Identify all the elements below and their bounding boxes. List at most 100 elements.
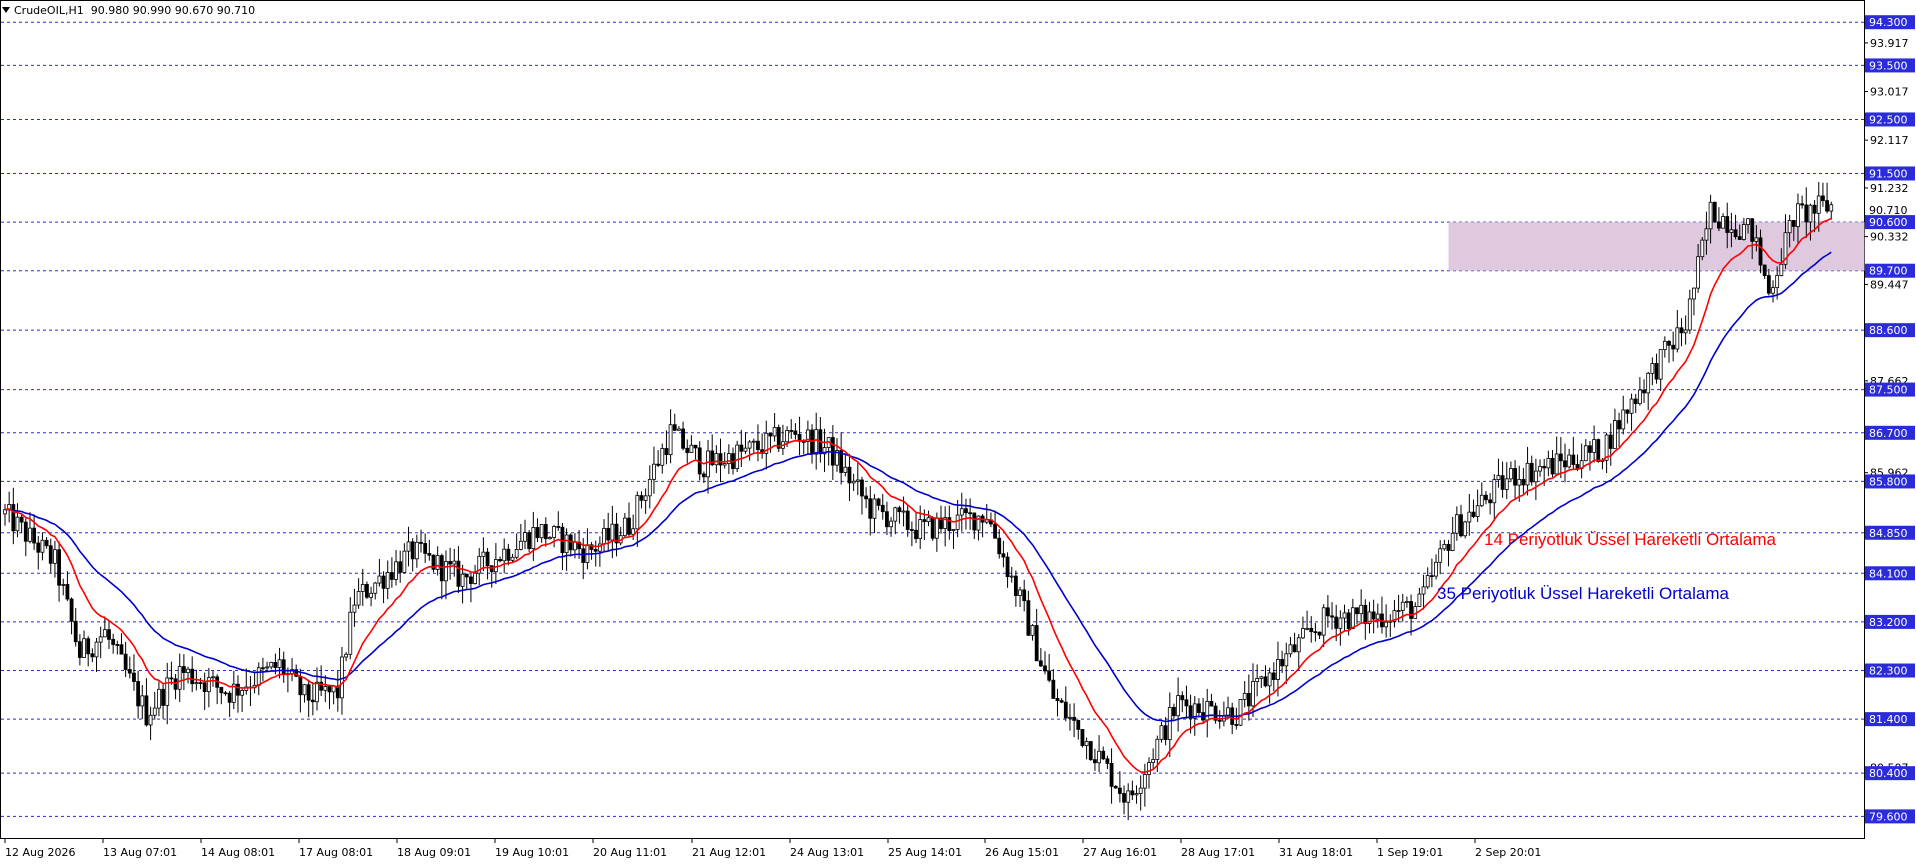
candle-body	[323, 686, 328, 691]
x-tick-label: 27 Aug 16:01	[1083, 846, 1157, 859]
candle-body	[344, 653, 349, 658]
candle-body	[756, 440, 760, 451]
candle-body	[1113, 785, 1118, 789]
candle-body	[1658, 349, 1663, 380]
candle-body	[681, 428, 685, 449]
candle-body	[102, 629, 107, 638]
candle-body	[743, 447, 748, 452]
candle-body	[1126, 790, 1131, 803]
candle-body	[389, 572, 394, 580]
candle-body	[1292, 644, 1297, 653]
candle-body	[1238, 699, 1243, 726]
candle-body	[1717, 221, 1721, 229]
candles	[3, 182, 1834, 821]
candle-body	[498, 558, 502, 562]
candle-body	[1142, 774, 1147, 789]
candle-body	[281, 659, 286, 676]
candle-body	[161, 688, 165, 706]
candle-body	[206, 677, 211, 693]
candle-body	[310, 699, 315, 703]
candle-body	[1816, 195, 1821, 214]
candle-body	[1330, 615, 1334, 618]
candle-body	[1375, 613, 1380, 620]
candle-body	[1459, 514, 1463, 537]
x-tick-label: 31 Aug 18:01	[1279, 846, 1353, 859]
candle-body	[1226, 707, 1230, 717]
candle-body	[1313, 631, 1318, 634]
candle-body	[922, 519, 927, 523]
candle-body	[369, 592, 373, 598]
candle-body	[1762, 264, 1767, 276]
x-tick-label: 19 Aug 10:01	[495, 846, 569, 859]
candle-body	[1467, 511, 1472, 523]
candle-body	[1434, 561, 1438, 577]
candle-body	[1034, 625, 1039, 662]
level-price-label: 89.700	[1869, 265, 1908, 278]
candle-body	[1829, 204, 1834, 212]
candle-body	[298, 675, 303, 696]
candle-body	[1741, 224, 1746, 240]
candle-body	[19, 516, 24, 523]
candle-body	[148, 714, 153, 726]
candle-body	[1122, 793, 1126, 803]
candle-body	[419, 541, 423, 544]
candle-body	[1679, 327, 1684, 334]
candle-body	[1043, 665, 1047, 672]
candle-body	[1554, 453, 1559, 475]
plot-frame	[0, 0, 1865, 839]
candle-body	[1758, 237, 1763, 266]
candle-body	[1309, 627, 1314, 633]
candle-body	[918, 519, 923, 540]
candle-body	[747, 441, 752, 449]
candle-body	[1479, 494, 1484, 507]
candle-body	[1504, 478, 1509, 490]
candle-body	[701, 473, 706, 478]
ema14-line	[4, 217, 1832, 774]
candle-body	[427, 552, 432, 556]
candle-body	[65, 584, 70, 600]
y-tick-label: 92.117	[1870, 134, 1909, 147]
candle-body	[1429, 575, 1434, 577]
ema35-label: 35 Periyotluk Üssel Hareketli Ortalama	[1437, 584, 1729, 603]
price-chart[interactable]: 14 Periyotluk Üssel Hareketli Ortalama 35…	[0, 0, 1916, 868]
candle-body	[306, 684, 311, 701]
candle-body	[1068, 716, 1072, 719]
candle-body	[635, 495, 640, 530]
candle-body	[1646, 372, 1651, 394]
candle-body	[531, 527, 536, 550]
candle-body	[360, 584, 365, 592]
x-tick-label: 28 Aug 17:01	[1181, 846, 1255, 859]
candle-body	[926, 517, 931, 523]
candle-body	[1101, 750, 1106, 760]
candle-body	[1733, 229, 1738, 238]
candle-body	[1134, 793, 1139, 796]
candle-body	[1276, 659, 1280, 680]
candle-body	[1596, 439, 1601, 462]
candle-body	[1371, 611, 1376, 620]
candle-body	[543, 524, 548, 540]
candle-body	[1662, 340, 1667, 350]
candle-body	[556, 526, 561, 528]
candle-body	[997, 537, 1002, 555]
candle-body	[639, 495, 644, 501]
candle-body	[1117, 787, 1122, 794]
candle-body	[793, 430, 798, 435]
candle-body	[1163, 725, 1168, 740]
candle-body	[327, 686, 332, 693]
candle-body	[53, 549, 57, 564]
candle-body	[1542, 465, 1547, 469]
candle-body	[1109, 763, 1114, 787]
candle-body	[1625, 409, 1630, 414]
candle-body	[872, 498, 877, 519]
candle-body	[672, 424, 677, 431]
candle-body	[1159, 725, 1164, 740]
candle-body	[1088, 741, 1093, 761]
candle-body	[1147, 762, 1151, 775]
candle-body	[1151, 759, 1156, 763]
x-axis: 12 Aug 2026 13 Aug 07:01 14 Aug 08:01 17 Au…	[4, 838, 1541, 859]
y-tick-label: 93.017	[1870, 86, 1909, 99]
candle-body	[564, 534, 569, 554]
candle-body	[36, 542, 41, 553]
candle-body	[768, 432, 773, 437]
candle-body	[610, 523, 615, 541]
